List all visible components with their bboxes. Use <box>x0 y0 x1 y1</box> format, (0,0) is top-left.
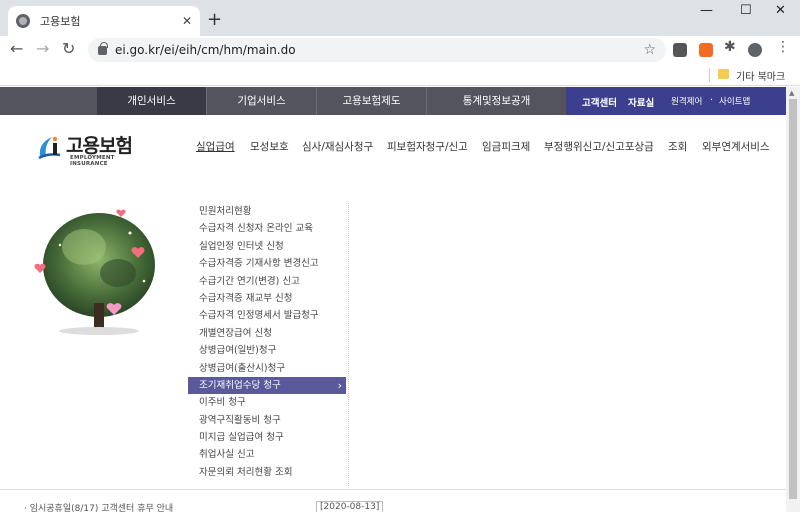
forward-icon[interactable]: → <box>36 39 49 58</box>
address-bar[interactable]: ei.go.kr/ei/eih/cm/hm/main.do ☆ <box>88 38 666 62</box>
notice-date: [2020-08-13] <box>316 501 384 512</box>
url-text[interactable]: ei.go.kr/ei/eih/cm/hm/main.do <box>115 43 643 57</box>
menu-kebab-icon[interactable]: ⋮ <box>776 39 790 55</box>
utility-menu: 고객센터 자료실 원격제어 · 사이트맵 <box>566 87 786 115</box>
browser-toolbar: ← → ↻ ei.go.kr/ei/eih/cm/hm/main.do ☆ ✱ … <box>0 36 800 64</box>
profile-avatar-icon[interactable] <box>748 43 762 57</box>
puzzle-icon[interactable]: ✱ <box>724 39 738 55</box>
submenu-item[interactable]: 개별연장급여 신청 <box>188 325 346 342</box>
submenu-item[interactable]: 상병급여(출산시)청구 <box>188 360 346 377</box>
lock-icon[interactable] <box>98 41 108 55</box>
lnb-item-unemployment-benefit[interactable]: 실업급여 <box>196 139 235 154</box>
submenu-item[interactable]: 이주비 청구 <box>188 394 346 411</box>
gnb-item-statistics[interactable]: 통계및정보공개 <box>427 87 567 115</box>
window-close-button[interactable]: ✕ <box>775 3 786 18</box>
logo-subtitle: EMPLOYMENT INSURANCE <box>70 155 115 167</box>
gnb-item-system[interactable]: 고용보험제도 <box>317 87 427 115</box>
submenu-item[interactable]: 광역구직활동비 청구 <box>188 412 346 429</box>
notice-link[interactable]: · 임시공휴일(8/17) 고객센터 휴무 안내 <box>24 501 173 512</box>
browser-tabstrip: 고용보험 ✕ + — ☐ ✕ <box>0 0 800 36</box>
new-tab-button[interactable]: + <box>207 9 222 30</box>
submenu-item[interactable]: 민원처리현황 <box>188 203 346 220</box>
submenu-item[interactable]: 실업인정 인터넷 신청 <box>188 238 346 255</box>
other-bookmarks[interactable]: 기타 북마크 <box>736 68 785 83</box>
reload-icon[interactable]: ↻ <box>62 39 75 58</box>
content-divider <box>0 489 786 490</box>
submenu-item[interactable]: 상병급여(일반)청구 <box>188 342 346 359</box>
extension-icon[interactable] <box>673 43 687 57</box>
lnb-item-external[interactable]: 외부연계서비스 <box>702 139 770 154</box>
lnb-item-inquiry[interactable]: 조회 <box>668 139 687 154</box>
maximize-button[interactable]: ☐ <box>740 3 752 18</box>
scrollbar-thumb[interactable] <box>789 99 797 499</box>
minimize-button[interactable]: — <box>700 3 713 18</box>
util-separator: · <box>710 95 714 106</box>
lnb-item-fraud-report[interactable]: 부정행위신고/신고포상금 <box>544 139 654 154</box>
tab-close-icon[interactable]: ✕ <box>182 14 192 28</box>
submenu-item[interactable]: 수급기간 연기(변경) 신고 <box>188 273 346 290</box>
gnb-item-personal[interactable]: 개인서비스 <box>97 87 207 115</box>
global-nav: 개인서비스 기업서비스 고용보험제도 통계및정보공개 고객센터 자료실 원격제어… <box>0 87 786 115</box>
bookmarks-separator <box>709 68 710 82</box>
submenu-item[interactable]: 미지급 실업급여 청구 <box>188 429 346 446</box>
page-scrollbar[interactable]: ▲ <box>786 87 800 512</box>
submenu-item[interactable]: 수급자격 신청자 온라인 교육 <box>188 220 346 237</box>
lnb-item-review[interactable]: 심사/재심사청구 <box>302 139 373 154</box>
tab-title: 고용보험 <box>40 15 81 28</box>
submenu-item[interactable]: 수급자격증 재교부 신청 <box>188 290 346 307</box>
submenu-item[interactable]: 수급자격 인정명세서 발급청구 <box>188 307 346 324</box>
submenu-item[interactable]: 취업사실 신고 <box>188 446 346 463</box>
lnb-item-wage-peak[interactable]: 임금피크제 <box>482 139 530 154</box>
tree-illustration <box>34 209 155 335</box>
submenu-item[interactable]: 수급자격증 기재사항 변경신고 <box>188 255 346 272</box>
scroll-up-icon[interactable]: ▲ <box>789 89 794 97</box>
bookmark-star-icon[interactable]: ☆ <box>643 42 656 58</box>
submenu-list: 민원처리현황 수급자격 신청자 온라인 교육 실업인정 인터넷 신청 수급자격증… <box>188 203 346 481</box>
logo-text: 고용보험 <box>66 135 133 157</box>
submenu-item[interactable]: 자문의뢰 처리현황 조회 <box>188 464 346 481</box>
remote-control-link[interactable]: 원격제어 <box>671 95 702 107</box>
gnb-item-business[interactable]: 기업서비스 <box>207 87 317 115</box>
site-logo[interactable]: 고용보험 EMPLOYMENT INSURANCE <box>36 131 146 167</box>
lnb-item-insured-claim[interactable]: 피보험자청구/신고 <box>387 139 468 154</box>
back-icon[interactable]: ← <box>10 39 23 58</box>
lnb-item-maternity[interactable]: 모성보호 <box>250 139 289 154</box>
page-viewport: 개인서비스 기업서비스 고용보험제도 통계및정보공개 고객센터 자료실 원격제어… <box>0 87 786 512</box>
menu-divider <box>348 203 349 486</box>
submenu-item-active[interactable]: 조기재취업수당 청구 <box>188 376 346 395</box>
globe-icon <box>16 14 30 28</box>
archive-link[interactable]: 자료실 <box>628 95 654 109</box>
extension-idx-icon[interactable] <box>699 43 713 57</box>
folder-icon[interactable] <box>718 69 729 79</box>
bookmarks-bar: 기타 북마크 <box>0 64 800 86</box>
customer-center-link[interactable]: 고객센터 <box>582 95 617 109</box>
sitemap-link[interactable]: 사이트맵 <box>719 95 750 107</box>
browser-tab[interactable]: 고용보험 ✕ <box>8 6 200 36</box>
logo-mark-icon <box>38 136 61 160</box>
